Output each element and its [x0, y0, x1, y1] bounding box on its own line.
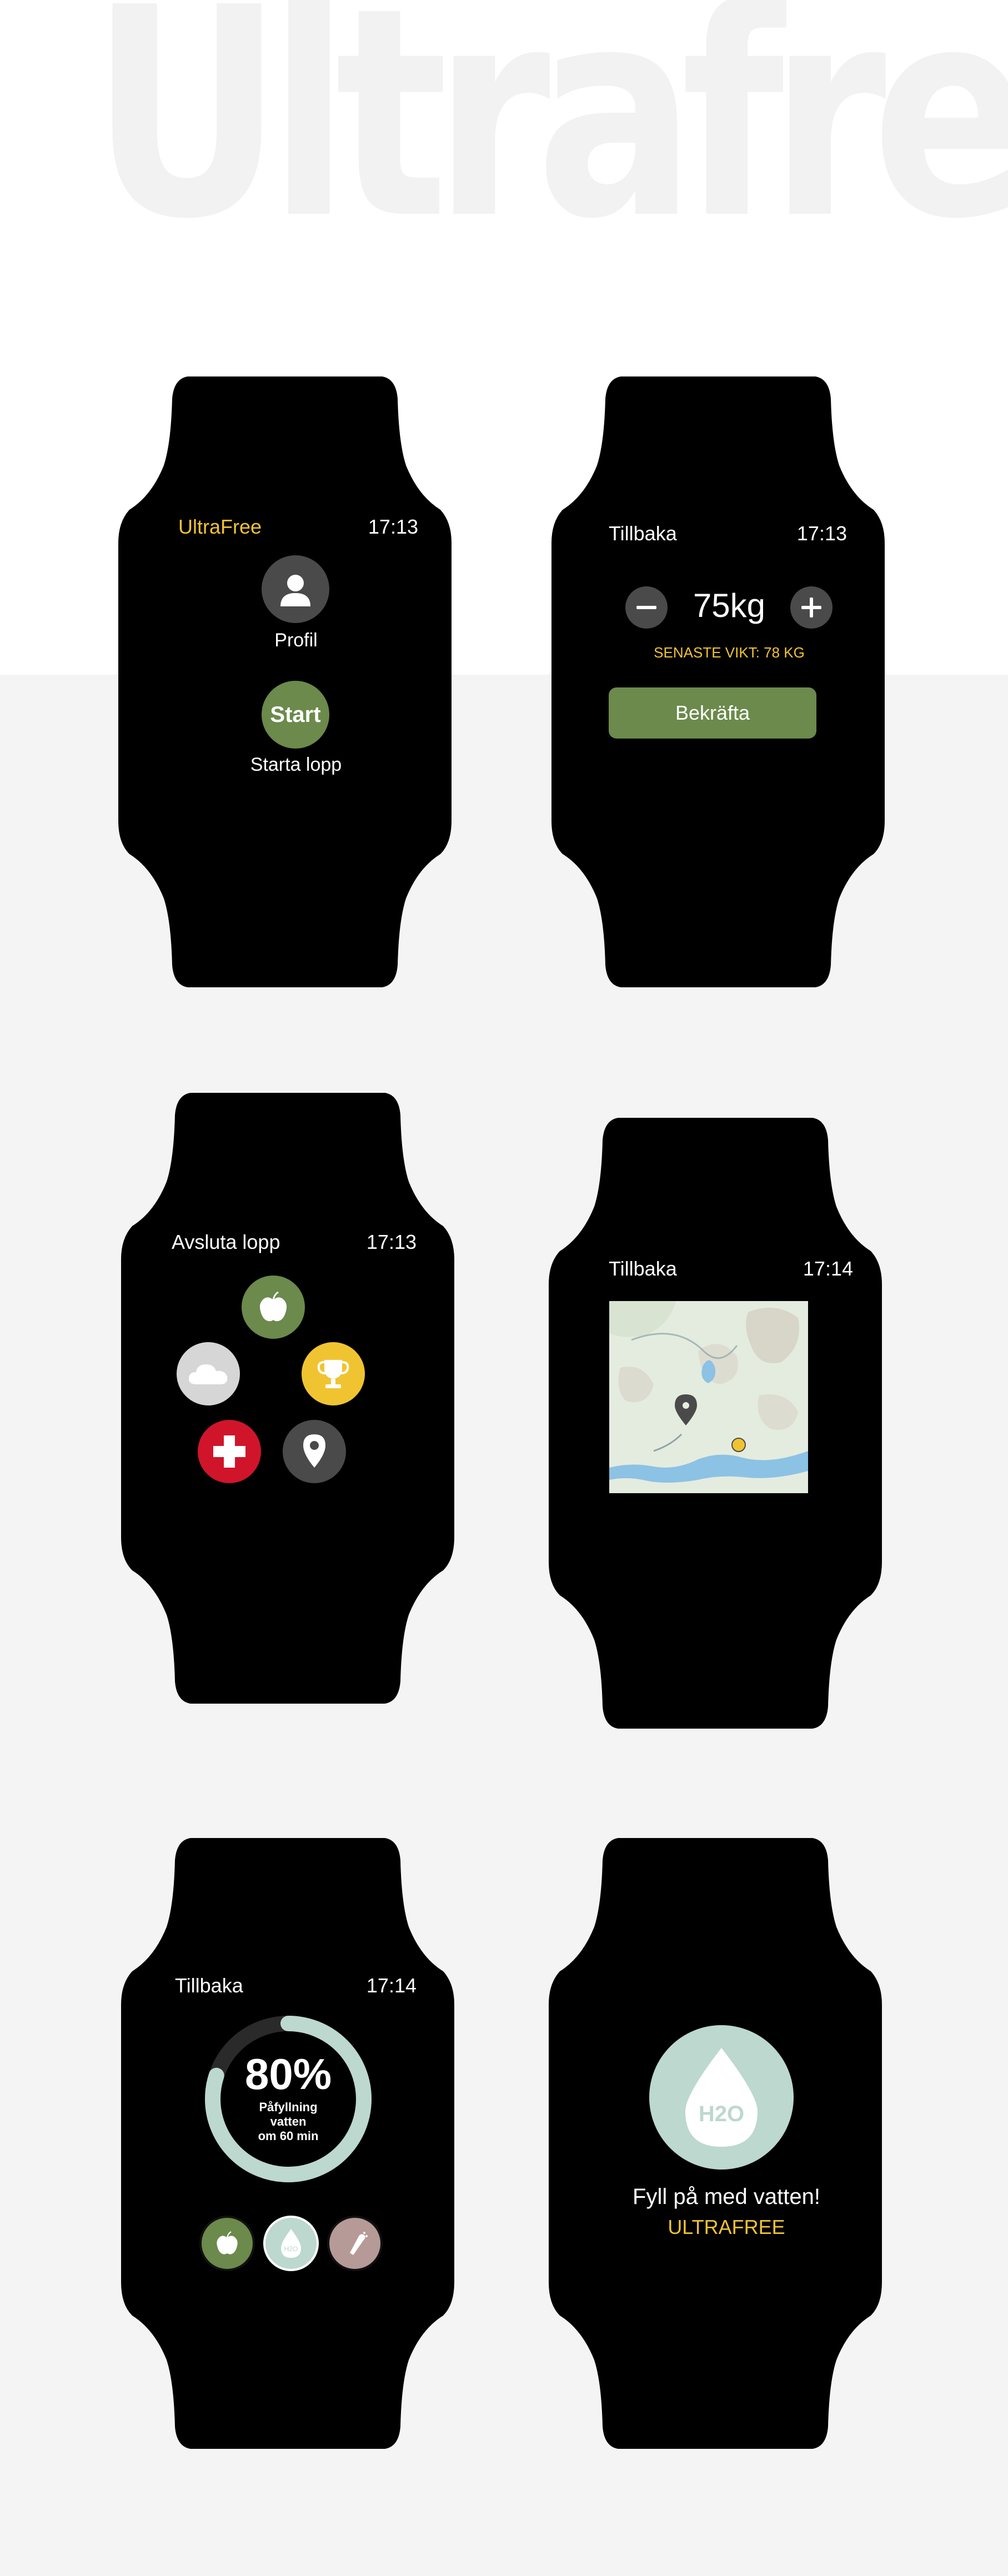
- water-drop-icon: H2O: [281, 2229, 301, 2258]
- increase-button[interactable]: [790, 586, 833, 629]
- watch-hydration: Tillbaka 17:14 80% Påfyllning vatten om …: [121, 1838, 454, 2449]
- hero-title: Ultrafree: [91, 0, 1008, 282]
- water-button[interactable]: H2O: [263, 2216, 319, 2271]
- clock: 17:13: [368, 515, 418, 538]
- water-drop-icon: H2O: [685, 2048, 758, 2147]
- profile-button[interactable]: [262, 555, 329, 623]
- screen-map: Tillbaka 17:14: [604, 1257, 853, 1573]
- apple-icon: [259, 1291, 287, 1322]
- location-button[interactable]: [283, 1420, 346, 1483]
- confirm-button[interactable]: Bekräfta: [609, 687, 816, 739]
- brand-label: ULTRAFREE: [668, 2216, 785, 2238]
- profile-label: Profil: [274, 630, 318, 651]
- route-map[interactable]: [609, 1301, 808, 1493]
- cloud-icon: [188, 1364, 228, 1384]
- apple-icon: [217, 2231, 238, 2254]
- clock: 17:14: [803, 1257, 853, 1280]
- first-aid-icon: [213, 1435, 245, 1468]
- nutrition-button[interactable]: [199, 2216, 255, 2271]
- weather-button[interactable]: [177, 1342, 240, 1405]
- screen-refill: H2O Fyll på med vatten! ULTRAFREE: [604, 1982, 849, 2293]
- person-icon: [280, 575, 310, 606]
- refill-line-1: Påfyllning: [259, 2100, 318, 2114]
- screen-home: UltraFree 17:13 Profil Start Starta lopp: [174, 515, 418, 832]
- plus-icon: [801, 597, 821, 617]
- runner-position-icon: [731, 1438, 746, 1452]
- achievements-button[interactable]: [302, 1342, 365, 1405]
- trophy-icon: [317, 1360, 349, 1388]
- start-button[interactable]: Start: [262, 681, 329, 749]
- back-button[interactable]: Tillbaka: [175, 1974, 243, 1997]
- location-pin-icon: [303, 1434, 325, 1468]
- icon-text: H2O: [699, 2102, 744, 2126]
- screen-menu: Avsluta lopp 17:13: [172, 1231, 421, 1548]
- clock: 17:13: [796, 522, 847, 545]
- water-reminder-icon: H2O: [649, 2025, 794, 2170]
- clock: 17:13: [366, 1231, 417, 1253]
- first-aid-button[interactable]: [198, 1420, 261, 1483]
- clock: 17:14: [366, 1974, 417, 1997]
- watch-home: UltraFree 17:13 Profil Start Starta lopp: [118, 376, 452, 987]
- brand-label: UltraFree: [178, 515, 262, 538]
- start-run-label: Starta lopp: [250, 754, 342, 775]
- screen-weight: Tillbaka 17:13 75kg SENASTE VIKT: 78 KG …: [607, 521, 851, 832]
- salt-button[interactable]: [327, 2216, 383, 2271]
- watch-refill: H2O Fyll på med vatten! ULTRAFREE: [549, 1838, 882, 2449]
- refill-line-2: vatten: [270, 2115, 307, 2128]
- salt-shaker-icon: [350, 2232, 368, 2255]
- refill-line-3: om 60 min: [258, 2129, 319, 2143]
- minus-icon: [636, 606, 656, 609]
- end-run-button[interactable]: Avsluta lopp: [172, 1231, 280, 1254]
- decrease-button[interactable]: [625, 586, 668, 629]
- hydration-percent: 80%: [244, 2050, 332, 2098]
- screen-hydration: Tillbaka 17:14 80% Påfyllning vatten om …: [175, 1974, 421, 2293]
- weight-value: 75kg: [693, 587, 766, 624]
- back-button[interactable]: Tillbaka: [609, 1257, 677, 1281]
- watch-weight: Tillbaka 17:13 75kg SENASTE VIKT: 78 KG …: [551, 376, 885, 987]
- watch-menu: Avsluta lopp 17:13: [121, 1093, 454, 1704]
- back-button[interactable]: Tillbaka: [609, 522, 677, 545]
- watch-map: Tillbaka 17:14: [549, 1118, 882, 1729]
- nutrition-button[interactable]: [242, 1276, 305, 1339]
- refill-message: Fyll på med vatten!: [633, 2185, 820, 2209]
- last-weight-label: SENASTE VIKT: 78 KG: [654, 644, 805, 661]
- water-icon-text: H2O: [284, 2245, 298, 2253]
